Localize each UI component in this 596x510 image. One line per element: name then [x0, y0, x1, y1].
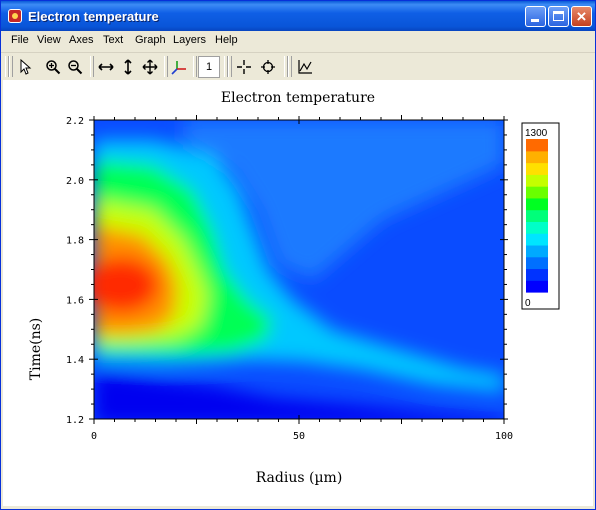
line-plot-button[interactable] — [294, 56, 316, 78]
move-icon — [142, 59, 158, 75]
colorbar-swatches — [526, 139, 548, 293]
colorbar[interactable]: 1300 0 — [521, 122, 560, 310]
menu-graph[interactable]: Graph — [135, 34, 166, 46]
y-tick-label: 1.6 — [66, 295, 84, 306]
pointer-icon — [20, 59, 32, 75]
pointer-tool-button[interactable] — [14, 56, 36, 78]
menu-text[interactable]: Text — [103, 34, 123, 46]
x-tick-label: 50 — [293, 431, 305, 442]
graph-canvas[interactable]: Electron temperature 1.2 1.4 1.6 1.8 2.0 2.2 0… — [3, 80, 593, 506]
minimize-icon — [531, 19, 539, 22]
app-icon[interactable] — [8, 9, 22, 23]
close-button[interactable]: × — [571, 6, 592, 27]
data-reader-icon — [261, 60, 275, 74]
colorbar-swatch — [526, 150, 548, 164]
menu-view[interactable]: View — [37, 34, 61, 46]
colorbar-swatch — [526, 139, 548, 152]
y-tick-label: 2.0 — [66, 176, 84, 187]
move-button[interactable] — [139, 56, 161, 78]
colorbar-max-label: 1300 — [525, 128, 548, 139]
title-bar[interactable]: Electron temperature × — [1, 1, 595, 31]
maximize-button[interactable] — [548, 6, 569, 27]
toolbar-separator — [90, 56, 94, 77]
axes-button[interactable] — [168, 56, 190, 78]
colorbar-swatch — [526, 256, 548, 270]
colorbar-swatch — [526, 280, 548, 293]
maximize-icon — [553, 11, 564, 21]
menu-layers[interactable]: Layers — [173, 34, 206, 46]
colorbar-swatch — [526, 197, 548, 211]
close-icon: × — [576, 7, 587, 26]
x-tick-label: 100 — [495, 431, 513, 442]
crosshair-icon — [237, 60, 251, 74]
colorbar-swatch — [526, 209, 548, 222]
menu-bar: File View Axes Text Graph Layers Help — [1, 31, 595, 51]
y-tick-label: 1.8 — [66, 236, 84, 247]
colorbar-swatch — [526, 174, 548, 187]
colorbar-swatch — [526, 268, 548, 281]
zoom-out-button[interactable] — [64, 56, 86, 78]
colorbar-swatch — [526, 221, 548, 234]
x-tick-label: 0 — [91, 431, 97, 442]
menu-help[interactable]: Help — [215, 34, 238, 46]
zoom-out-icon — [68, 60, 83, 75]
line-plot-icon — [298, 60, 312, 74]
layer-number-button[interactable]: 1 — [198, 56, 220, 78]
scale-horizontal-button[interactable] — [95, 56, 117, 78]
scale-horizontal-icon — [98, 63, 114, 71]
menu-axes[interactable]: Axes — [69, 34, 93, 46]
x-axis-label[interactable]: Radius (µm) — [256, 470, 343, 486]
toolbar: 1 — [1, 52, 595, 80]
layer-number: 1 — [205, 61, 213, 73]
toolbar-grip[interactable] — [228, 56, 232, 77]
y-axis-label[interactable]: Time(ns) — [28, 318, 44, 381]
zoom-in-icon — [46, 60, 61, 75]
toolbar-grip[interactable] — [9, 56, 13, 77]
colorbar-swatch — [526, 162, 548, 175]
axes-icon — [171, 61, 186, 75]
window-title: Electron temperature — [28, 9, 159, 24]
scale-vertical-button[interactable] — [117, 56, 139, 78]
colorbar-swatch — [526, 233, 548, 246]
zoom-in-button[interactable] — [42, 56, 64, 78]
y-tick-label: 2.2 — [66, 116, 84, 127]
scale-vertical-icon — [124, 59, 132, 75]
graph-page[interactable]: Electron temperature 1.2 1.4 1.6 1.8 2.0 2.2 0… — [3, 80, 593, 506]
colorbar-swatch — [526, 244, 548, 258]
toolbar-separator — [193, 56, 197, 77]
screen-reader-button[interactable] — [233, 56, 255, 78]
data-reader-button[interactable] — [257, 56, 279, 78]
y-tick-label: 1.2 — [66, 415, 84, 426]
toolbar-grip[interactable] — [288, 56, 292, 77]
y-tick-label: 1.4 — [66, 355, 84, 366]
heatmap-plot[interactable] — [83, 120, 504, 425]
colorbar-swatch — [526, 186, 548, 199]
minimize-button[interactable] — [525, 6, 546, 27]
colorbar-min-label: 0 — [525, 298, 531, 309]
chart-title[interactable]: Electron temperature — [221, 90, 375, 106]
menu-file[interactable]: File — [11, 34, 29, 46]
app-window: Electron temperature × File View Axes Te… — [0, 0, 596, 510]
